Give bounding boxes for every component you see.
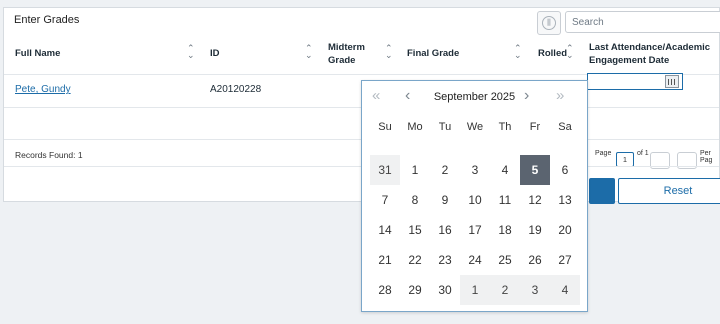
column-header-final-grade[interactable]: Final Grade — [407, 47, 459, 60]
column-settings-button[interactable]: ⫼ — [537, 11, 561, 35]
sort-icon[interactable]: ⌃ ⌄ — [187, 44, 195, 60]
calendar-day[interactable]: 29 — [400, 275, 430, 305]
calendar-day[interactable]: 1 — [400, 155, 430, 185]
sort-icon[interactable]: ⌃ ⌄ — [514, 44, 522, 60]
calendar-day[interactable]: 18 — [490, 215, 520, 245]
calendar-day[interactable]: 4 — [550, 275, 580, 305]
calendar-day[interactable]: 8 — [400, 185, 430, 215]
calendar-day[interactable]: 23 — [430, 245, 460, 275]
reset-button[interactable]: Reset — [618, 178, 720, 204]
weekday-label: Sa — [558, 121, 572, 133]
submit-button[interactable] — [589, 178, 615, 204]
date-picker: « ‹ September 2025 › » Su Mo Tu We Th Fr… — [361, 80, 588, 312]
student-name-link[interactable]: Pete, Gundy — [15, 84, 71, 95]
chevron-right-icon[interactable]: › — [524, 88, 529, 104]
sort-icon[interactable]: ⌃ ⌄ — [566, 44, 574, 60]
weekday-label: We — [466, 121, 484, 133]
calendar-day[interactable]: 2 — [490, 275, 520, 305]
calendar-day[interactable]: 12 — [520, 185, 550, 215]
calendar-day[interactable]: 4 — [490, 155, 520, 185]
calendar-day-selected[interactable]: 5 — [520, 155, 550, 185]
calendar-day[interactable]: 15 — [400, 215, 430, 245]
weekday-label: Tu — [438, 121, 452, 133]
calendar-day[interactable]: 13 — [550, 185, 580, 215]
student-id: A20120228 — [210, 84, 262, 95]
sort-icon[interactable]: ⌃ ⌄ — [305, 44, 313, 60]
calendar-day[interactable]: 7 — [370, 185, 400, 215]
double-chevron-right-icon[interactable]: » — [556, 88, 564, 104]
column-header-last-attendance-date[interactable]: Last Attendance/Academic Engagement Date — [589, 41, 720, 67]
page-number-input[interactable] — [616, 152, 634, 167]
columns-icon: ⫼ — [542, 16, 556, 30]
calendar-day[interactable]: 30 — [430, 275, 460, 305]
weekday-label: Mo — [407, 121, 423, 133]
calendar-day[interactable]: 26 — [520, 245, 550, 275]
column-header-id[interactable]: ID — [210, 47, 220, 60]
calendar-day[interactable]: 22 — [400, 245, 430, 275]
calendar-day[interactable]: 3 — [460, 155, 490, 185]
column-header-midterm-grade[interactable]: Midterm Grade — [328, 41, 378, 67]
calendar-day[interactable]: 24 — [460, 245, 490, 275]
weekday-label: Fr — [529, 121, 541, 133]
page-count: of 1 — [637, 150, 649, 157]
calendar-day[interactable]: 9 — [430, 185, 460, 215]
panel-title: Enter Grades — [14, 14, 80, 26]
page-label: Page — [595, 150, 612, 157]
calendar-day[interactable]: 31 — [370, 155, 400, 185]
calendar-month-label: September 2025 — [433, 91, 516, 103]
search-input[interactable] — [565, 11, 720, 33]
calendar-day[interactable]: 6 — [550, 155, 580, 185]
calendar-day[interactable]: 21 — [370, 245, 400, 275]
calendar-icon[interactable] — [665, 75, 679, 88]
records-found: Records Found: 1 — [15, 150, 83, 160]
weekday-label: Su — [378, 121, 392, 133]
calendar-day[interactable]: 16 — [430, 215, 460, 245]
calendar-day[interactable]: 1 — [460, 275, 490, 305]
weekday-label: Th — [498, 121, 512, 133]
calendar-day[interactable]: 10 — [460, 185, 490, 215]
calendar-day[interactable]: 27 — [550, 245, 580, 275]
calendar-day[interactable]: 19 — [520, 215, 550, 245]
column-header-rolled[interactable]: Rolled — [538, 47, 567, 60]
calendar-day[interactable]: 20 — [550, 215, 580, 245]
calendar-day[interactable]: 17 — [460, 215, 490, 245]
calendar-day[interactable]: 11 — [490, 185, 520, 215]
calendar-day[interactable]: 2 — [430, 155, 460, 185]
per-page-label: Per Pag — [700, 150, 713, 164]
sort-icon[interactable]: ⌃ ⌄ — [385, 44, 393, 60]
column-header-full-name[interactable]: Full Name — [15, 47, 60, 60]
calendar-day[interactable]: 3 — [520, 275, 550, 305]
calendar-day[interactable]: 28 — [370, 275, 400, 305]
calendar-day[interactable]: 25 — [490, 245, 520, 275]
calendar-day[interactable]: 14 — [370, 215, 400, 245]
